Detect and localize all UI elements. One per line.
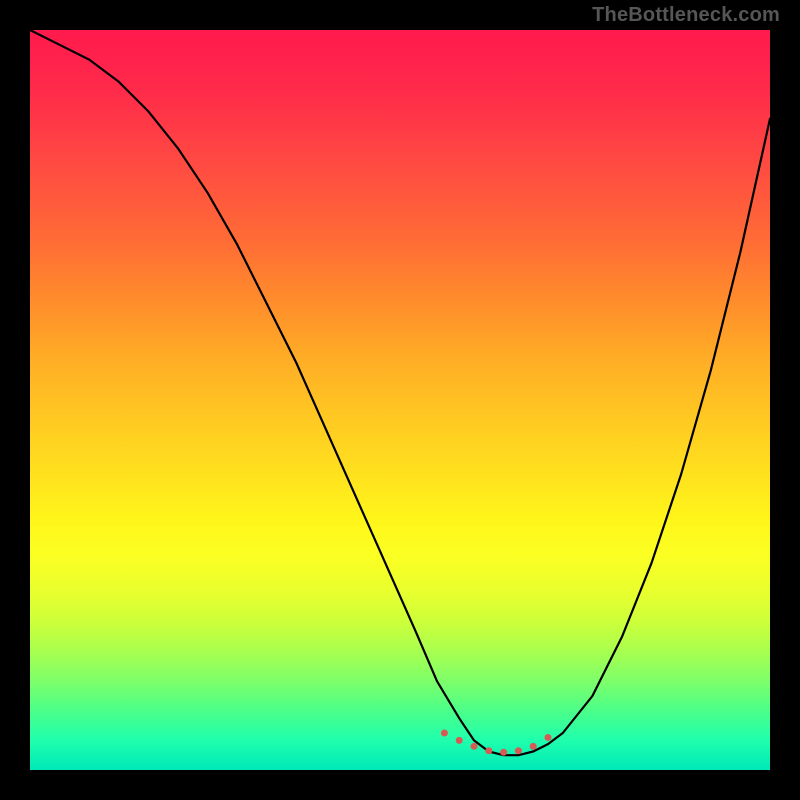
dot <box>456 737 463 744</box>
curve-line <box>30 30 770 755</box>
watermark-text: TheBottleneck.com <box>592 4 780 27</box>
dot <box>545 734 552 741</box>
curve-svg <box>30 30 770 770</box>
dot <box>471 743 478 750</box>
plot-area <box>30 30 770 770</box>
dot <box>530 743 537 750</box>
dot <box>485 747 492 754</box>
dot <box>515 747 522 754</box>
dot <box>500 749 507 756</box>
dot <box>441 730 448 737</box>
chart-container: TheBottleneck.com <box>0 0 800 800</box>
